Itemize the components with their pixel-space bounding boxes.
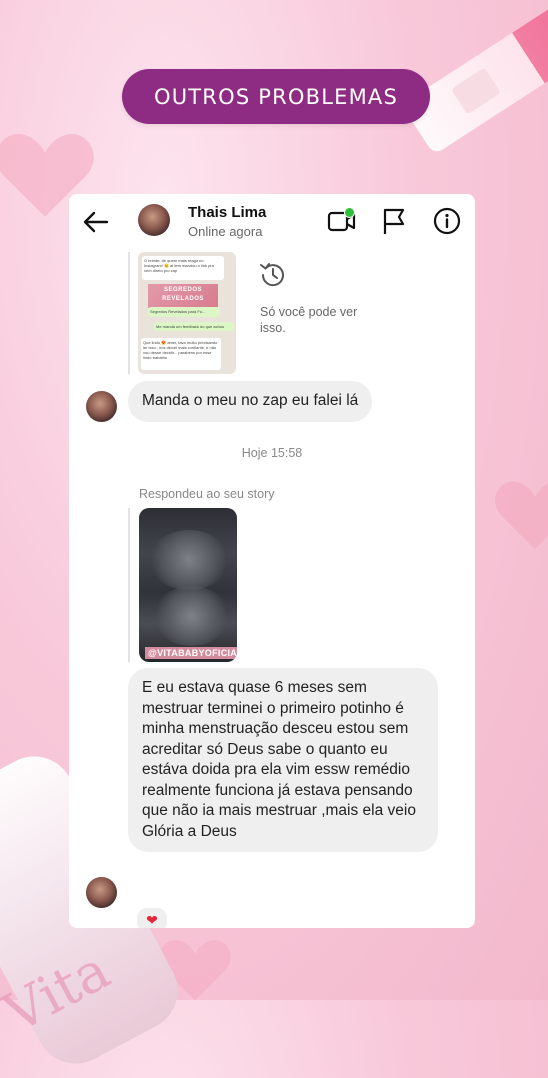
avatar[interactable] [138, 204, 170, 236]
heart-icon: ❤ [146, 911, 158, 928]
screenshot-reply: Me manda um feedback do que achou [154, 322, 234, 331]
pregnancy-test-decoration [401, 0, 548, 156]
shared-screenshot[interactable]: O brinde: de quem mais reagir no Instagr… [138, 252, 236, 374]
avatar[interactable] [86, 877, 117, 908]
history-icon [260, 263, 284, 287]
screenshot-banner-line1: SEGREDOS [163, 287, 202, 293]
screenshot-message: O brinde: de quem mais reagir no Instagr… [142, 256, 224, 280]
arrow-left-icon[interactable] [81, 207, 111, 237]
chat-card: Thais Lima Online agora O brinde: de que… [69, 194, 475, 928]
story-brand-tag: @VITABABYOFICIAL [145, 647, 237, 659]
online-status: Online agora [188, 224, 263, 239]
ultrasound-image [154, 586, 229, 646]
contact-name[interactable]: Thais Lima [188, 204, 266, 221]
story-thumbnail[interactable]: @VITABABYOFICIAL [139, 508, 237, 662]
ultrasound-image [149, 530, 229, 590]
reply-line [128, 252, 130, 374]
page-title: OUTROS PROBLEMAS [122, 69, 430, 124]
screenshot-banner: SEGREDOS REVELADOS [148, 284, 218, 308]
online-indicator [344, 207, 355, 218]
info-icon[interactable] [433, 207, 461, 235]
replied-story-label: Respondeu ao seu story [139, 487, 275, 501]
flag-icon[interactable] [381, 207, 407, 235]
heart-decoration-icon [495, 481, 548, 550]
screenshot-banner-line2: REVELADOS [162, 296, 204, 302]
message-bubble[interactable]: E eu estava quase 6 meses sem mestruar t… [128, 668, 438, 852]
screenshot-file: Segredos Revelados para Fo... [148, 307, 220, 317]
screenshot-bottom-message: Que lindo 😍 amei, fava muito precisando … [141, 338, 221, 370]
only-you-note: Só você pode ver isso. [260, 305, 358, 335]
timestamp: Hoje 15:58 [241, 446, 303, 460]
heart-reaction[interactable]: ❤ [135, 906, 169, 928]
chat-header: Thais Lima Online agora [69, 194, 475, 248]
message-bubble[interactable]: Manda o meu no zap eu falei lá [128, 381, 373, 422]
reply-line [128, 508, 130, 662]
avatar[interactable] [86, 391, 117, 422]
